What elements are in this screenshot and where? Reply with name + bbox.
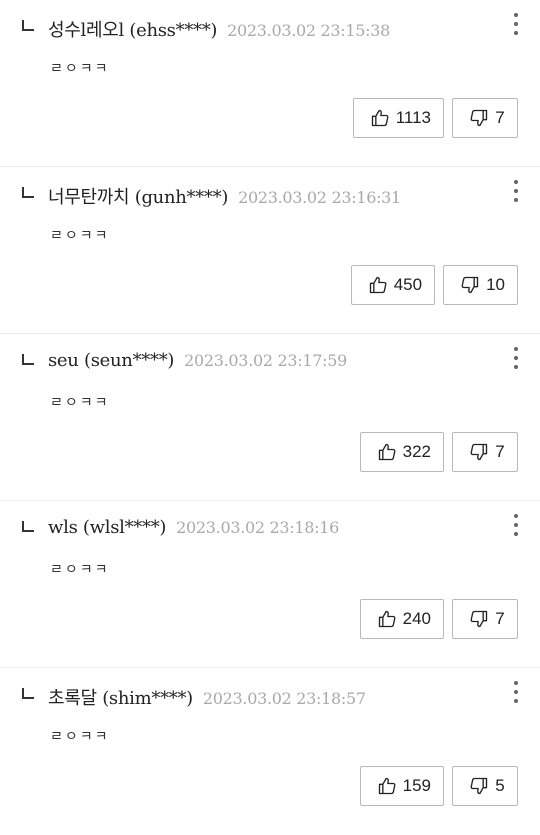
- author-nickname[interactable]: 너무탄까치 (gunh****): [48, 183, 228, 209]
- reply-item: 너무탄까치 (gunh****) 2023.03.02 23:16:31 ㄹㅇㅋ…: [0, 167, 540, 334]
- reply-header: wls (wlsl****) 2023.03.02 23:18:16: [48, 517, 490, 538]
- reply-arrow-icon: [22, 688, 34, 699]
- author-nickname[interactable]: 초록달 (shim****): [48, 684, 193, 710]
- dislike-button[interactable]: 7: [452, 98, 518, 138]
- reply-arrow-icon: [22, 521, 34, 532]
- reply-date: 2023.03.02 23:15:38: [227, 21, 390, 40]
- author-nickname[interactable]: wls (wlsl****): [48, 517, 166, 538]
- reply-header: 너무탄까치 (gunh****) 2023.03.02 23:16:31: [48, 183, 490, 209]
- reply-content: ㄹㅇㅋㅋ: [50, 562, 110, 578]
- reply-date: 2023.03.02 23:18:57: [202, 689, 366, 708]
- thumbs-down-icon: [470, 109, 488, 127]
- vote-actions: 159 5: [359, 766, 518, 806]
- more-options-button[interactable]: [508, 347, 524, 373]
- like-count: 322: [402, 442, 431, 461]
- dislike-button[interactable]: 7: [452, 599, 518, 639]
- like-button[interactable]: 1113: [352, 98, 444, 138]
- more-vertical-icon: [514, 13, 518, 17]
- reply-arrow-icon: [22, 20, 34, 31]
- dislike-button[interactable]: 5: [452, 766, 518, 806]
- reply-content: ㄹㅇㅋㅋ: [50, 729, 110, 745]
- reply-date: 2023.03.02 23:17:59: [184, 351, 347, 370]
- dislike-count: 5: [495, 776, 505, 795]
- reply-item: 성수l레오l (ehss****) 2023.03.02 23:15:38 ㄹㅇ…: [0, 0, 540, 167]
- more-vertical-icon: [514, 514, 518, 518]
- like-count: 240: [402, 609, 431, 628]
- reply-header: 초록달 (shim****) 2023.03.02 23:18:57: [48, 684, 490, 710]
- reply-date: 2023.03.02 23:18:16: [176, 518, 339, 537]
- reply-header: 성수l레오l (ehss****) 2023.03.02 23:15:38: [48, 16, 490, 42]
- thumbs-down-icon: [470, 777, 488, 795]
- dislike-count: 10: [486, 275, 505, 294]
- thumbs-down-icon: [470, 443, 488, 461]
- more-vertical-icon: [514, 347, 518, 351]
- dislike-count: 7: [495, 442, 505, 461]
- thumbs-up-icon: [378, 443, 396, 461]
- reply-arrow-icon: [22, 354, 34, 365]
- thumbs-up-icon: [378, 777, 396, 795]
- thumbs-up-icon: [371, 109, 389, 127]
- thumbs-down-icon: [470, 610, 488, 628]
- vote-actions: 240 7: [359, 599, 518, 639]
- dislike-count: 7: [495, 108, 505, 127]
- reply-item: 초록달 (shim****) 2023.03.02 23:18:57 ㄹㅇㅋㅋ …: [0, 668, 540, 835]
- reply-content: ㄹㅇㅋㅋ: [50, 395, 110, 411]
- more-vertical-icon: [514, 180, 518, 184]
- vote-actions: 450 10: [350, 265, 518, 305]
- more-options-button[interactable]: [508, 514, 524, 540]
- reply-header: seu (seun****) 2023.03.02 23:17:59: [48, 350, 490, 371]
- more-vertical-icon: [514, 681, 518, 685]
- like-count: 159: [402, 776, 431, 795]
- vote-actions: 1113 7: [352, 98, 518, 138]
- thumbs-up-icon: [378, 610, 396, 628]
- author-nickname[interactable]: 성수l레오l (ehss****): [48, 16, 217, 42]
- dislike-button[interactable]: 7: [452, 432, 518, 472]
- thumbs-up-icon: [369, 276, 387, 294]
- like-button[interactable]: 240: [359, 599, 444, 639]
- dislike-count: 7: [495, 609, 505, 628]
- more-options-button[interactable]: [508, 180, 524, 206]
- vote-actions: 322 7: [359, 432, 518, 472]
- like-button[interactable]: 450: [350, 265, 436, 305]
- thumbs-down-icon: [461, 276, 479, 294]
- like-button[interactable]: 159: [359, 766, 444, 806]
- like-count: 450: [393, 275, 423, 294]
- reply-arrow-icon: [22, 187, 34, 198]
- reply-list: 성수l레오l (ehss****) 2023.03.02 23:15:38 ㄹㅇ…: [0, 0, 540, 835]
- reply-item: seu (seun****) 2023.03.02 23:17:59 ㄹㅇㅋㅋ …: [0, 334, 540, 501]
- reply-date: 2023.03.02 23:16:31: [238, 188, 401, 207]
- like-count: 1113: [395, 108, 431, 127]
- like-button[interactable]: 322: [359, 432, 444, 472]
- more-options-button[interactable]: [508, 681, 524, 707]
- reply-content: ㄹㅇㅋㅋ: [50, 61, 110, 77]
- author-nickname[interactable]: seu (seun****): [48, 350, 174, 371]
- dislike-button[interactable]: 10: [443, 265, 518, 305]
- more-options-button[interactable]: [508, 13, 524, 39]
- reply-content: ㄹㅇㅋㅋ: [50, 228, 110, 244]
- reply-item: wls (wlsl****) 2023.03.02 23:18:16 ㄹㅇㅋㅋ …: [0, 501, 540, 668]
